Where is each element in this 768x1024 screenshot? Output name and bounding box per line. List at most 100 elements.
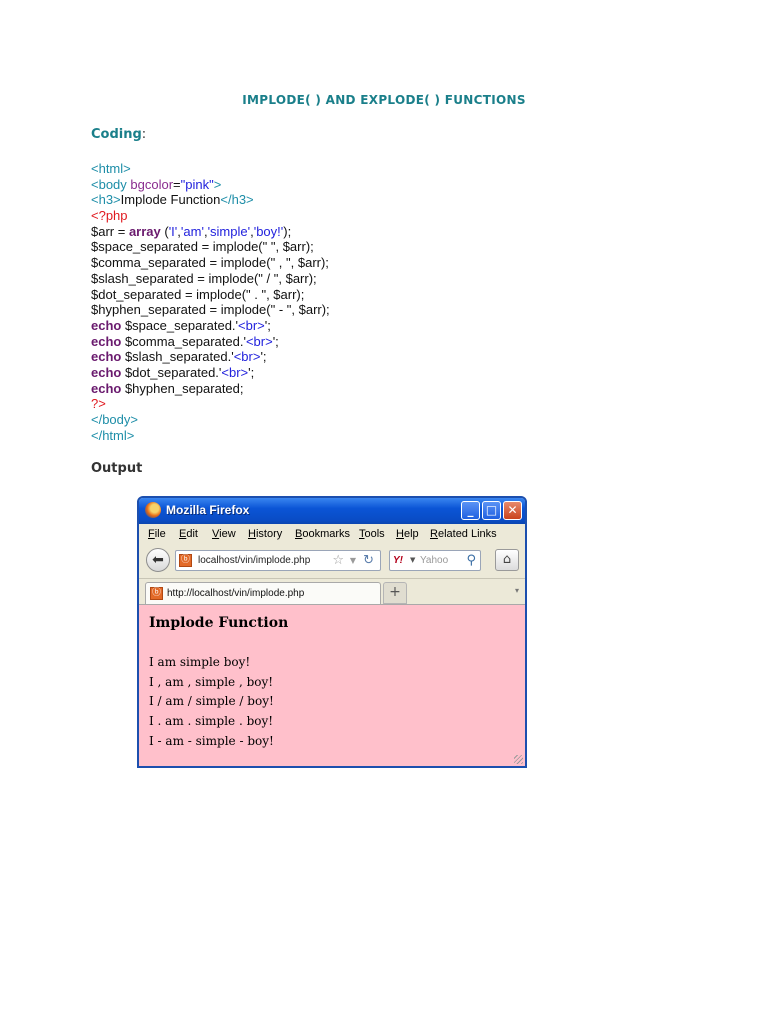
close-icon: ✕ [507, 503, 518, 517]
url-text: localhost/vin/implode.php [198, 555, 311, 566]
back-button[interactable]: ⬅ [146, 548, 170, 572]
search-bar[interactable]: Y! ▼ Yahoo ⚲ [389, 550, 481, 571]
maximize-button[interactable]: □ [482, 501, 501, 520]
output-lines: I am simple boy! I , am , simple , boy! … [149, 653, 274, 752]
menu-tools[interactable]: Tools [359, 528, 385, 540]
code-line: </body> [91, 412, 330, 428]
yahoo-logo-icon[interactable]: Y! [393, 555, 403, 566]
tab-implode[interactable]: ⓑ http://localhost/vin/implode.php [145, 582, 381, 604]
code-line: $hyphen_separated = implode(" - ", $arr)… [91, 302, 330, 318]
page-content: Implode Function I am simple boy! I , am… [139, 604, 525, 766]
maximize-icon: □ [485, 503, 498, 517]
tag-close: > [213, 176, 222, 192]
menu-bar: File Edit View History Bookmarks Tools H… [139, 524, 525, 544]
attr-eq: = [173, 176, 181, 192]
new-tab-button[interactable]: + [383, 582, 407, 604]
menu-related-links[interactable]: Related Links [430, 528, 497, 540]
h3-close-tag: </h3> [220, 192, 254, 208]
firefox-window: Mozilla Firefox _ □ ✕ File Edit View His… [137, 496, 527, 768]
menu-help[interactable]: Help [396, 528, 419, 540]
code-line: $slash_separated = implode(" / ", $arr); [91, 270, 317, 286]
html-close-tag: </html> [91, 427, 135, 443]
h3-text: Implode Function [120, 192, 221, 208]
code-text: '; [260, 349, 267, 365]
title-bar[interactable]: Mozilla Firefox _ □ ✕ [139, 498, 525, 524]
code-line: <?php [91, 208, 330, 224]
minimize-icon: _ [467, 503, 474, 517]
string-literal: <br> [238, 317, 265, 333]
code-text: '; [264, 317, 271, 333]
menu-view[interactable]: View [212, 528, 236, 540]
code-text: ); [283, 223, 292, 239]
output-label: Output [91, 461, 143, 476]
code-line: echo $space_separated.'<br>'; [91, 318, 330, 334]
menu-file[interactable]: File [148, 528, 166, 540]
close-button[interactable]: ✕ [503, 501, 522, 520]
resize-grip-icon[interactable] [514, 755, 523, 764]
code-text: '; [248, 364, 255, 380]
code-line: echo $hyphen_separated; [91, 381, 330, 397]
code-text: $arr = [91, 223, 129, 239]
body-close-tag: </body> [91, 412, 138, 427]
body-tag: <body [91, 176, 131, 192]
tab-title: http://localhost/vin/implode.php [167, 588, 305, 599]
tab-favicon-icon: ⓑ [150, 587, 163, 600]
string-literal: <br> [245, 333, 273, 349]
string-literal: 'boy!' [253, 223, 284, 239]
code-line: ?> [91, 396, 330, 412]
keyword: echo [91, 349, 122, 365]
search-input[interactable]: Yahoo [420, 555, 448, 566]
navigation-toolbar: ⬅ ⓑ localhost/vin/implode.php ☆ ▼ ↻ Y! ▼… [139, 544, 525, 576]
home-icon: ⌂ [502, 552, 512, 567]
search-engine-dropdown-icon[interactable]: ▼ [410, 556, 415, 564]
code-line: echo $comma_separated.'<br>'; [91, 334, 330, 350]
string-literal: 'I' [168, 223, 178, 239]
output-line: I - am - simple - boy! [149, 733, 274, 748]
coding-colon: : [141, 127, 147, 142]
code-line: <h3>Implode Function</h3> [91, 192, 330, 208]
attr-name: bgcolor [130, 176, 174, 192]
html-tag: <html> [91, 161, 131, 176]
php-close-tag: ?> [91, 396, 106, 412]
reload-icon[interactable]: ↻ [363, 553, 374, 568]
output-line: I . am . simple . boy! [149, 714, 274, 729]
code-line: $arr = array ('I','am','simple','boy!'); [91, 224, 330, 240]
code-block: <html> <body bgcolor="pink"> <h3>Implode… [91, 161, 330, 443]
coding-label-text: Coding [91, 127, 142, 142]
page-heading: Implode Function [149, 615, 289, 631]
document-title: IMPLODE( ) AND EXPLODE( ) FUNCTIONS [242, 93, 526, 107]
output-line: I , am , simple , boy! [149, 674, 274, 689]
code-text: '; [272, 333, 279, 349]
keyword: echo [91, 364, 122, 380]
code-text: ( [160, 223, 169, 239]
string-literal: 'am' [180, 223, 204, 239]
code-text: $comma_separated.' [121, 333, 246, 349]
code-text: $space_separated.' [121, 317, 239, 333]
window-title: Mozilla Firefox [166, 503, 250, 517]
menu-edit[interactable]: Edit [179, 528, 198, 540]
plus-icon: + [389, 584, 401, 600]
tab-list-icon[interactable]: ▾ [515, 586, 519, 595]
keyword: echo [91, 317, 122, 333]
keyword: echo [91, 333, 122, 349]
output-line: I / am / simple / boy! [149, 694, 274, 709]
dropdown-icon[interactable]: ▼ [350, 556, 356, 565]
back-arrow-icon: ⬅ [152, 552, 164, 568]
code-text: $slash_separated.' [121, 349, 234, 365]
code-line: $space_separated = implode(" ", $arr); [91, 239, 314, 255]
h3-open-tag: <h3> [91, 192, 121, 208]
code-text: $hyphen_separated; [121, 380, 244, 396]
minimize-button[interactable]: _ [461, 501, 480, 520]
output-line: I am simple boy! [149, 655, 251, 669]
string-literal: <br> [233, 349, 261, 365]
star-icon[interactable]: ☆ [332, 553, 344, 568]
menu-history[interactable]: History [248, 528, 282, 540]
code-line: echo $slash_separated.'<br>'; [91, 349, 330, 365]
home-button[interactable]: ⌂ [495, 549, 519, 571]
string-literal: <br> [221, 364, 249, 380]
magnifier-icon[interactable]: ⚲ [466, 553, 476, 568]
keyword: echo [91, 380, 122, 396]
menu-bookmarks[interactable]: Bookmarks [295, 528, 350, 540]
string-literal: 'simple' [207, 223, 251, 239]
url-bar[interactable]: ⓑ localhost/vin/implode.php ☆ ▼ ↻ [175, 550, 381, 571]
